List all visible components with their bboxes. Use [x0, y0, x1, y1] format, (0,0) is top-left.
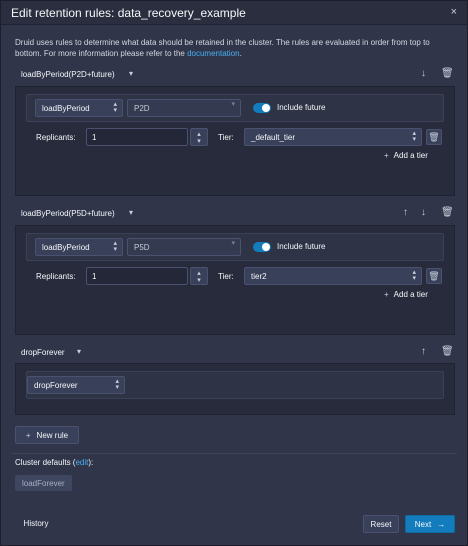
move-down-icon[interactable]: ↓: [421, 68, 426, 79]
rule-2-header: loadByPeriod(P5D+future) ▾ ↑ ↓ 🗑: [15, 207, 455, 223]
rule-type-select[interactable]: loadByPeriod ▴ ▾: [35, 238, 123, 256]
include-future-label: Include future: [277, 103, 326, 112]
tier-value: _default_tier: [251, 133, 296, 142]
select-arrows-icon: ▴ ▾: [113, 240, 117, 253]
rule-3-body: dropForever ▴ ▾: [15, 363, 455, 415]
trash-icon[interactable]: 🗑: [441, 207, 454, 218]
tier-label: Tier:: [218, 133, 234, 142]
cluster-defaults-end: ):: [88, 458, 94, 467]
select-arrows-icon: ▴ ▾: [113, 101, 117, 114]
description: Druid uses rules to determine what data …: [15, 37, 455, 59]
replicants-stepper[interactable]: ▴ ▾: [190, 128, 208, 146]
trash-icon: 🗑: [428, 132, 440, 142]
next-label: Next: [414, 520, 432, 529]
include-future-toggle[interactable]: [253, 103, 271, 113]
cluster-defaults-label: Cluster defaults (edit):: [15, 458, 93, 467]
next-button[interactable]: Next →: [405, 515, 455, 533]
rule-3-title[interactable]: dropForever: [21, 348, 65, 357]
rule-type-value: loadByPeriod: [42, 243, 90, 252]
rule-2-load-row: loadByPeriod ▴ ▾ P5D ▾ Include future: [26, 233, 444, 261]
rule-type-value: dropForever: [34, 381, 78, 390]
add-tier-button[interactable]: + Add a tier: [384, 290, 428, 299]
edit-retention-rules-dialog: Edit retention rules: data_recovery_exam…: [0, 0, 468, 546]
documentation-link[interactable]: documentation: [187, 49, 239, 58]
chevron-down-icon[interactable]: ▾: [77, 347, 81, 356]
cluster-defaults-text: Cluster defaults (: [15, 458, 76, 467]
dialog-title: Edit retention rules: data_recovery_exam…: [11, 6, 246, 20]
select-arrows-icon: ▴ ▾: [115, 378, 119, 391]
rule-2-title[interactable]: loadByPeriod(P5D+future): [21, 209, 115, 218]
rule-type-select[interactable]: dropForever ▴ ▾: [27, 376, 125, 394]
add-tier-label: Add a tier: [393, 290, 428, 299]
new-rule-label: New rule: [36, 431, 69, 440]
replicants-input[interactable]: 1: [86, 267, 188, 285]
period-value: P5D: [134, 243, 150, 252]
edit-defaults-link[interactable]: edit: [75, 458, 88, 467]
remove-tier-button[interactable]: 🗑: [426, 129, 442, 145]
select-arrows-icon: ▴ ▾: [412, 269, 416, 282]
trash-icon[interactable]: 🗑: [441, 68, 454, 79]
rule-1-title[interactable]: loadByPeriod(P2D+future): [21, 70, 115, 79]
rule-1-header: loadByPeriod(P2D+future) ▾ ↓ 🗑: [15, 68, 455, 84]
chevron-down-icon: ▾: [231, 240, 235, 247]
chevron-down-icon[interactable]: ▾: [129, 208, 133, 217]
default-rule-tag: loadForever: [15, 475, 72, 491]
rule-type-value: loadByPeriod: [42, 104, 90, 113]
rule-3-drop-row: dropForever ▴ ▾: [26, 371, 444, 399]
move-down-icon[interactable]: ↓: [421, 207, 426, 218]
tier-select[interactable]: tier2 ▴ ▾: [244, 267, 422, 285]
chevron-down-icon[interactable]: ▾: [129, 69, 133, 78]
rule-2-body: loadByPeriod ▴ ▾ P5D ▾ Include future Rep…: [15, 225, 455, 335]
rule-3-header: dropForever ▾ ↑ 🗑: [15, 346, 455, 362]
add-tier-button[interactable]: + Add a tier: [384, 151, 428, 160]
plus-icon: +: [384, 290, 389, 299]
include-future-toggle[interactable]: [253, 242, 271, 252]
period-select[interactable]: P2D ▾: [127, 99, 241, 117]
dialog-header: Edit retention rules: data_recovery_exam…: [1, 1, 467, 25]
rule-1-body: loadByPeriod ▴ ▾ P2D ▾ Include future Rep…: [15, 86, 455, 196]
history-button[interactable]: History: [15, 515, 57, 533]
description-end: .: [239, 49, 242, 58]
tier-value: tier2: [251, 272, 267, 281]
replicants-label: Replicants:: [36, 272, 76, 281]
arrow-right-icon: →: [437, 520, 446, 529]
select-arrows-icon: ▴ ▾: [412, 130, 416, 143]
move-up-icon[interactable]: ↑: [403, 207, 408, 218]
reset-button[interactable]: Reset: [363, 515, 399, 533]
close-icon[interactable]: ×: [451, 6, 457, 18]
add-tier-label: Add a tier: [393, 151, 428, 160]
tier-label: Tier:: [218, 272, 234, 281]
remove-tier-button[interactable]: 🗑: [426, 268, 442, 284]
period-value: P2D: [134, 104, 150, 113]
replicants-label: Replicants:: [36, 133, 76, 142]
rule-1-load-row: loadByPeriod ▴ ▾ P2D ▾ Include future: [26, 94, 444, 122]
divider: [11, 453, 457, 454]
rule-type-select[interactable]: loadByPeriod ▴ ▾: [35, 99, 123, 117]
trash-icon: 🗑: [428, 271, 440, 281]
tier-select[interactable]: _default_tier ▴ ▾: [244, 128, 422, 146]
replicants-stepper[interactable]: ▴ ▾: [190, 267, 208, 285]
replicants-input[interactable]: 1: [86, 128, 188, 146]
move-up-icon[interactable]: ↑: [421, 346, 426, 357]
trash-icon[interactable]: 🗑: [441, 346, 454, 357]
plus-icon: +: [384, 151, 389, 160]
new-rule-button[interactable]: + New rule: [15, 426, 79, 444]
period-select[interactable]: P5D ▾: [127, 238, 241, 256]
plus-icon: +: [25, 431, 31, 440]
include-future-label: Include future: [277, 242, 326, 251]
chevron-down-icon: ▾: [231, 101, 235, 108]
